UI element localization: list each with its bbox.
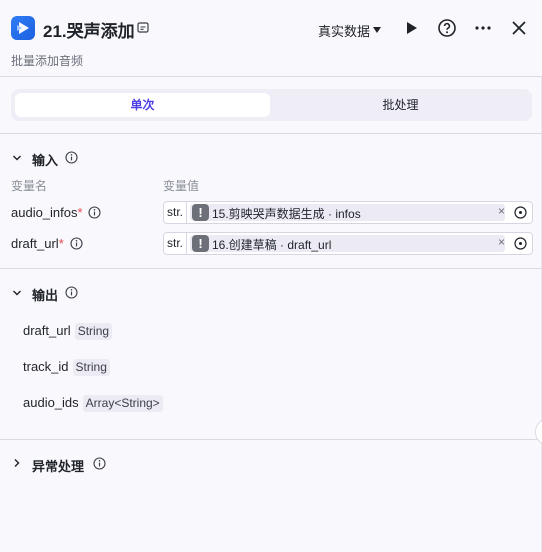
chevron-down-icon[interactable] — [12, 153, 22, 163]
close-button[interactable] — [508, 17, 530, 39]
type-selector[interactable]: str. — [164, 233, 187, 254]
info-icon[interactable] — [70, 237, 83, 250]
warning-icon: ! — [192, 235, 209, 252]
help-icon — [438, 19, 456, 37]
tab-single[interactable]: 单次 — [15, 93, 270, 117]
divider — [0, 133, 542, 134]
output-item: track_id String — [23, 359, 110, 376]
column-header-name: 变量名 — [11, 179, 48, 193]
data-mode-label: 真实数据 — [318, 24, 371, 39]
target-icon[interactable] — [514, 206, 527, 219]
input-name-audio-infos: audio_infos* — [11, 205, 83, 220]
info-icon[interactable] — [88, 206, 101, 219]
inputs-section-title[interactable]: 输入 — [32, 150, 58, 169]
output-item: draft_url String — [23, 323, 113, 340]
reference-text: 15.剪映哭声数据生成 · infos — [212, 207, 361, 221]
variable-reference-field[interactable]: str. ! 16.创建草稿 · draft_url × — [163, 232, 533, 255]
divider — [0, 439, 542, 440]
type-selector[interactable]: str. — [164, 202, 187, 223]
close-icon — [512, 21, 526, 35]
mode-tabs: 单次 批处理 — [11, 89, 532, 121]
run-button[interactable] — [400, 17, 422, 39]
info-icon[interactable] — [65, 286, 78, 299]
output-item: audio_ids Array<String> — [23, 395, 163, 412]
info-icon[interactable] — [65, 151, 78, 164]
node-description: 批量添加音频 — [11, 54, 84, 68]
type-badge: Array<String> — [82, 395, 163, 412]
type-badge: String — [74, 323, 113, 340]
variable-reference-field[interactable]: str. ! 15.剪映哭声数据生成 · infos × — [163, 201, 533, 224]
panel-resize-handle[interactable] — [535, 418, 542, 446]
type-badge: String — [72, 359, 110, 376]
node-config-panel: 21.哭声添加 真实数据 批量添加音频 单次 批处理 输入 变量名 变量值 au… — [0, 0, 542, 552]
data-mode-select[interactable]: 真实数据 — [318, 21, 381, 40]
divider — [0, 76, 542, 77]
output-name: draft_url — [23, 323, 71, 338]
exception-section-title[interactable]: 异常处理 — [32, 456, 84, 475]
info-icon[interactable] — [93, 457, 106, 470]
more-button[interactable] — [472, 17, 494, 39]
edit-title-icon[interactable] — [136, 21, 150, 35]
reference-text: 16.创建草稿 · draft_url — [212, 238, 332, 252]
help-button[interactable] — [436, 17, 458, 39]
clear-icon[interactable]: × — [498, 235, 505, 249]
node-title: 21.哭声添加 — [43, 22, 135, 41]
output-name: track_id — [23, 359, 69, 374]
divider — [0, 268, 542, 269]
tab-batch[interactable]: 批处理 — [273, 93, 528, 117]
clear-icon[interactable]: × — [498, 204, 505, 218]
chevron-right-icon[interactable] — [12, 458, 22, 468]
reference-tag[interactable]: ! 16.创建草稿 · draft_url — [190, 235, 505, 252]
node-logo-icon — [11, 16, 35, 40]
panel-header: 21.哭声添加 真实数据 批量添加音频 — [0, 0, 542, 76]
column-header-value: 变量值 — [163, 179, 200, 193]
target-icon[interactable] — [514, 237, 527, 250]
chevron-down-icon — [373, 27, 381, 33]
play-icon — [407, 22, 417, 34]
outputs-section-title[interactable]: 输出 — [32, 285, 58, 304]
input-name-draft-url: draft_url* — [11, 236, 64, 251]
chevron-down-icon[interactable] — [12, 288, 22, 298]
warning-icon: ! — [192, 204, 209, 221]
output-name: audio_ids — [23, 395, 79, 410]
reference-tag[interactable]: ! 15.剪映哭声数据生成 · infos — [190, 204, 505, 221]
more-icon — [475, 26, 491, 30]
